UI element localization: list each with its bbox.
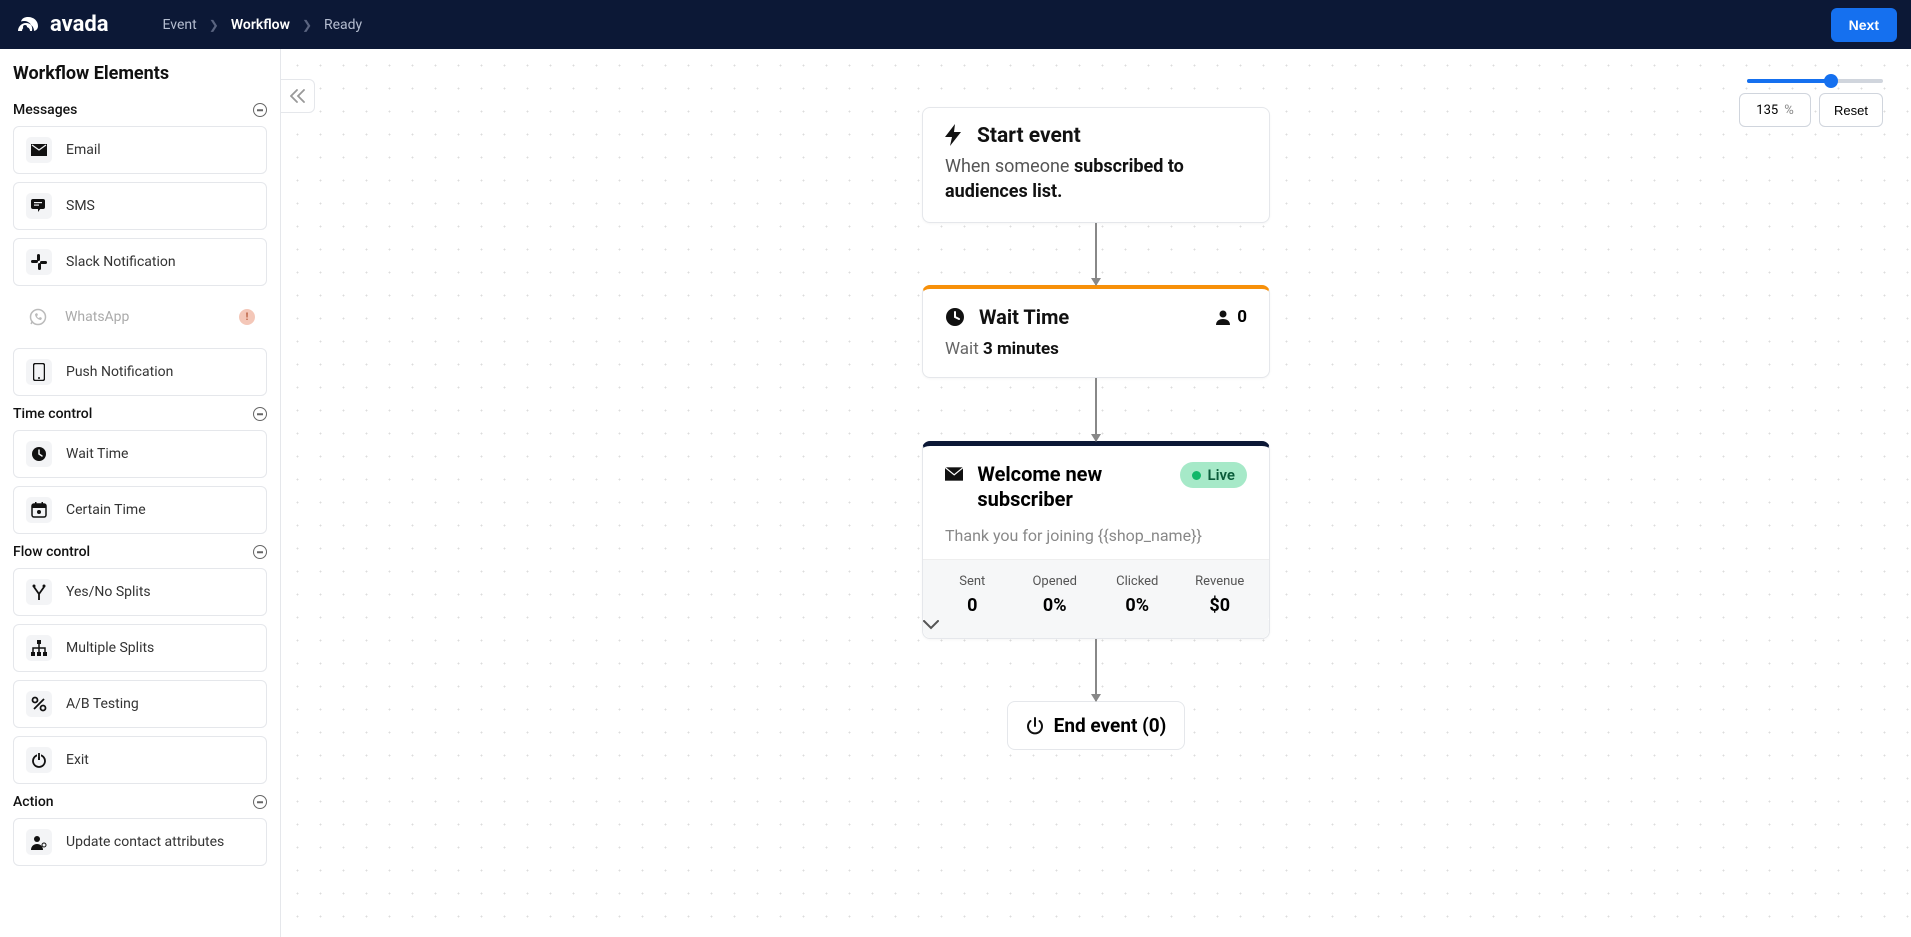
zoom-input[interactable]: 135 %	[1739, 93, 1811, 127]
breadcrumb-ready[interactable]: Ready	[324, 17, 362, 33]
calendar-icon	[26, 497, 52, 523]
breadcrumb-event[interactable]: Event	[163, 17, 197, 33]
section-action: Action	[13, 794, 54, 810]
element-ab-testing[interactable]: A/B Testing	[13, 680, 267, 728]
element-wait-time[interactable]: Wait Time	[13, 430, 267, 478]
sidebar-title: Workflow Elements	[13, 63, 267, 84]
chevron-right-icon: ❯	[302, 18, 312, 32]
email-stats: Sent0 Opened0% Clicked0% Revenue$0	[923, 559, 1269, 624]
breadcrumb-workflow[interactable]: Workflow	[231, 17, 290, 33]
node-start-event[interactable]: Start event When someone subscribed to a…	[922, 107, 1270, 223]
workflow-flow: Start event When someone subscribed to a…	[922, 107, 1270, 750]
element-multi-split[interactable]: Multiple Splits	[13, 624, 267, 672]
zoom-controls: 135 % Reset	[1739, 79, 1883, 127]
chevron-right-icon: ❯	[209, 18, 219, 32]
power-icon	[1026, 717, 1044, 735]
person-icon	[1215, 309, 1231, 325]
clock-icon	[945, 307, 965, 327]
warning-badge-icon: !	[239, 309, 255, 325]
sidebar: Workflow Elements Messages Email SMS Sla…	[0, 49, 281, 937]
phone-icon	[26, 359, 52, 385]
element-sms[interactable]: SMS	[13, 182, 267, 230]
collapse-icon[interactable]	[253, 103, 267, 117]
zoom-slider[interactable]	[1747, 79, 1883, 83]
next-button[interactable]: Next	[1831, 8, 1897, 42]
node-end-event[interactable]: End event (0)	[1007, 701, 1186, 750]
email-icon	[26, 137, 52, 163]
split-icon	[26, 579, 52, 605]
section-time: Time control	[13, 406, 92, 422]
collapse-icon[interactable]	[253, 407, 267, 421]
collapse-icon[interactable]	[253, 795, 267, 809]
app-header: avada Event ❯ Workflow ❯ Ready Next	[0, 0, 1911, 49]
percent-icon	[26, 691, 52, 717]
element-exit[interactable]: Exit	[13, 736, 267, 784]
node-email[interactable]: Welcome new subscriber Live Thank you fo…	[922, 441, 1270, 639]
element-certain-time[interactable]: Certain Time	[13, 486, 267, 534]
expand-button[interactable]	[923, 620, 1269, 638]
collapse-sidebar-button[interactable]	[281, 79, 315, 113]
chevron-down-icon	[923, 620, 939, 630]
canvas[interactable]: 135 % Reset Start event When	[281, 49, 1911, 937]
element-slack[interactable]: Slack Notification	[13, 238, 267, 286]
node-wait-time[interactable]: Wait Time 0 Wait 3 minutes	[922, 285, 1270, 378]
lightning-icon	[945, 124, 963, 146]
whatsapp-icon	[25, 304, 51, 330]
zoom-thumb[interactable]	[1824, 74, 1838, 88]
logo[interactable]: avada	[14, 12, 109, 37]
status-badge: Live	[1180, 462, 1248, 488]
breadcrumb: Event ❯ Workflow ❯ Ready	[163, 17, 363, 33]
user-cog-icon	[26, 829, 52, 855]
chevrons-left-icon	[290, 89, 306, 103]
element-update-contact[interactable]: Update contact attributes	[13, 818, 267, 866]
element-whatsapp[interactable]: WhatsApp !	[13, 294, 267, 340]
slack-icon	[26, 249, 52, 275]
zoom-reset-button[interactable]: Reset	[1819, 93, 1883, 127]
element-yesno-split[interactable]: Yes/No Splits	[13, 568, 267, 616]
section-flow: Flow control	[13, 544, 90, 560]
wait-count: 0	[1215, 307, 1247, 327]
section-messages: Messages	[13, 102, 77, 118]
tree-icon	[26, 635, 52, 661]
element-email[interactable]: Email	[13, 126, 267, 174]
connector	[1095, 223, 1097, 285]
live-dot-icon	[1192, 471, 1201, 480]
power-icon	[26, 747, 52, 773]
logo-icon	[14, 13, 42, 37]
element-push[interactable]: Push Notification	[13, 348, 267, 396]
clock-icon	[26, 441, 52, 467]
collapse-icon[interactable]	[253, 545, 267, 559]
sms-icon	[26, 193, 52, 219]
email-icon	[945, 466, 963, 482]
connector	[1095, 639, 1097, 701]
connector	[1095, 378, 1097, 441]
